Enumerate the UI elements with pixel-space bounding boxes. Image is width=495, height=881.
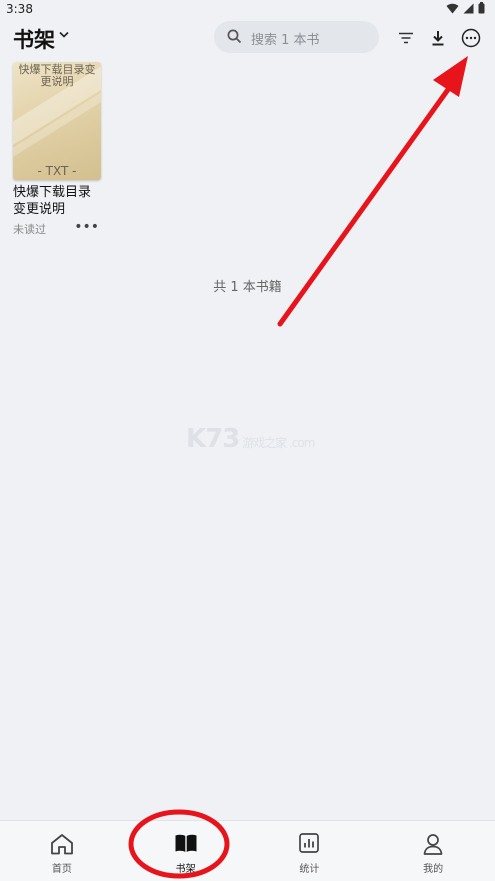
nav-stats[interactable]: 统计 xyxy=(248,821,372,881)
user-icon xyxy=(423,834,443,855)
nav-home[interactable]: 首页 xyxy=(0,821,124,881)
annotation-circle xyxy=(128,809,230,879)
nav-profile-label: 我的 xyxy=(423,864,444,875)
home-icon xyxy=(50,834,73,855)
nav-home-label: 首页 xyxy=(51,864,72,875)
bottom-navigation: 首页 书架 统计 我的 xyxy=(0,820,495,881)
annotation-arrow xyxy=(277,56,468,327)
nav-stats-label: 统计 xyxy=(299,864,320,875)
nav-profile[interactable]: 我的 xyxy=(371,821,495,881)
chart-icon xyxy=(299,833,320,853)
